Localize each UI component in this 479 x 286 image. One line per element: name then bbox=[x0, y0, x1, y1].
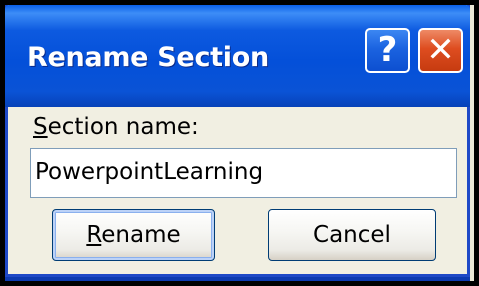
section-name-label: Section name: bbox=[33, 114, 199, 140]
rename-button[interactable]: Rename bbox=[52, 209, 215, 261]
cancel-label: Cancel bbox=[313, 222, 391, 248]
help-button[interactable]: ? bbox=[365, 28, 410, 73]
dialog-titlebar[interactable]: Rename Section ? ✕ bbox=[5, 5, 470, 107]
dialog-title: Rename Section bbox=[27, 42, 269, 73]
cancel-button[interactable]: Cancel bbox=[268, 209, 436, 261]
rename-accesskey: R bbox=[86, 222, 102, 248]
close-icon: ✕ bbox=[426, 30, 455, 70]
close-button[interactable]: ✕ bbox=[418, 28, 463, 73]
section-name-input[interactable]: PowerpointLearning bbox=[30, 148, 457, 198]
label-text: ection name: bbox=[47, 114, 199, 140]
section-name-value: PowerpointLearning bbox=[35, 159, 264, 185]
help-icon: ? bbox=[377, 30, 398, 70]
rename-label: ename bbox=[101, 222, 181, 248]
label-accesskey: S bbox=[33, 114, 48, 140]
dialog-bottom-border bbox=[5, 277, 470, 281]
